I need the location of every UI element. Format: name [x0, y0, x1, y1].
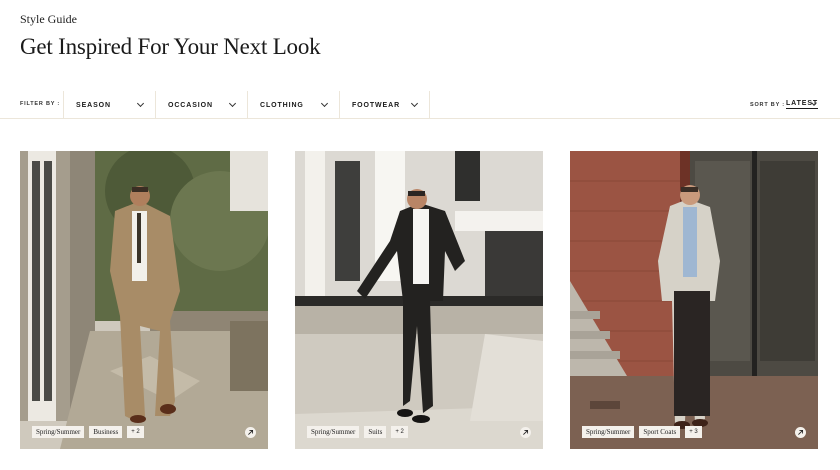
chevron-down-icon [410, 99, 419, 108]
filter-footwear-dropdown[interactable]: FOOTWEAR [339, 91, 430, 119]
card-tags: Spring/Summer Suits + 2 [307, 426, 408, 438]
style-photo [20, 151, 268, 449]
style-card[interactable]: Spring/Summer Sport Coats + 3 [570, 151, 818, 449]
arrow-up-right-icon[interactable] [245, 427, 256, 438]
page-title: Get Inspired For Your Next Look [20, 34, 321, 59]
tag-badge[interactable]: Spring/Summer [32, 426, 85, 438]
style-photo [570, 151, 818, 449]
filter-bar: FILTER BY : SEASON OCCASION CLOTHING FOO… [0, 91, 840, 119]
tag-badge[interactable]: Suits [364, 426, 387, 438]
filter-clothing-label: CLOTHING [260, 101, 304, 109]
more-tags-badge[interactable]: + 2 [391, 426, 408, 438]
more-tags-badge[interactable]: + 2 [127, 426, 144, 438]
tag-badge[interactable]: Sport Coats [639, 426, 681, 438]
filter-clothing-dropdown[interactable]: CLOTHING [247, 91, 339, 119]
filter-footwear-label: FOOTWEAR [352, 101, 401, 109]
arrow-up-right-icon[interactable] [520, 427, 531, 438]
tag-badge[interactable]: Spring/Summer [582, 426, 635, 438]
filter-occasion-dropdown[interactable]: OCCASION [155, 91, 247, 119]
filter-by-label: FILTER BY : [20, 101, 61, 107]
chevron-down-icon [136, 99, 145, 108]
more-tags-badge[interactable]: + 3 [685, 426, 702, 438]
card-tags: Spring/Summer Business + 2 [32, 426, 144, 438]
page-eyebrow: Style Guide [20, 12, 77, 26]
arrow-up-right-icon[interactable] [795, 427, 806, 438]
style-photo [295, 151, 543, 449]
sort-by-label: SORT BY : [750, 102, 785, 108]
chevron-down-icon [320, 99, 329, 108]
tag-badge[interactable]: Business [89, 426, 123, 438]
filter-season-label: SEASON [76, 101, 111, 109]
card-tags: Spring/Summer Sport Coats + 3 [582, 426, 702, 438]
filter-season-dropdown[interactable]: SEASON [63, 91, 155, 119]
style-card[interactable]: Spring/Summer Business + 2 [20, 151, 268, 449]
tag-badge[interactable]: Spring/Summer [307, 426, 360, 438]
style-card[interactable]: Spring/Summer Suits + 2 [295, 151, 543, 449]
chevron-down-icon [228, 99, 237, 108]
filter-occasion-label: OCCASION [168, 101, 213, 109]
